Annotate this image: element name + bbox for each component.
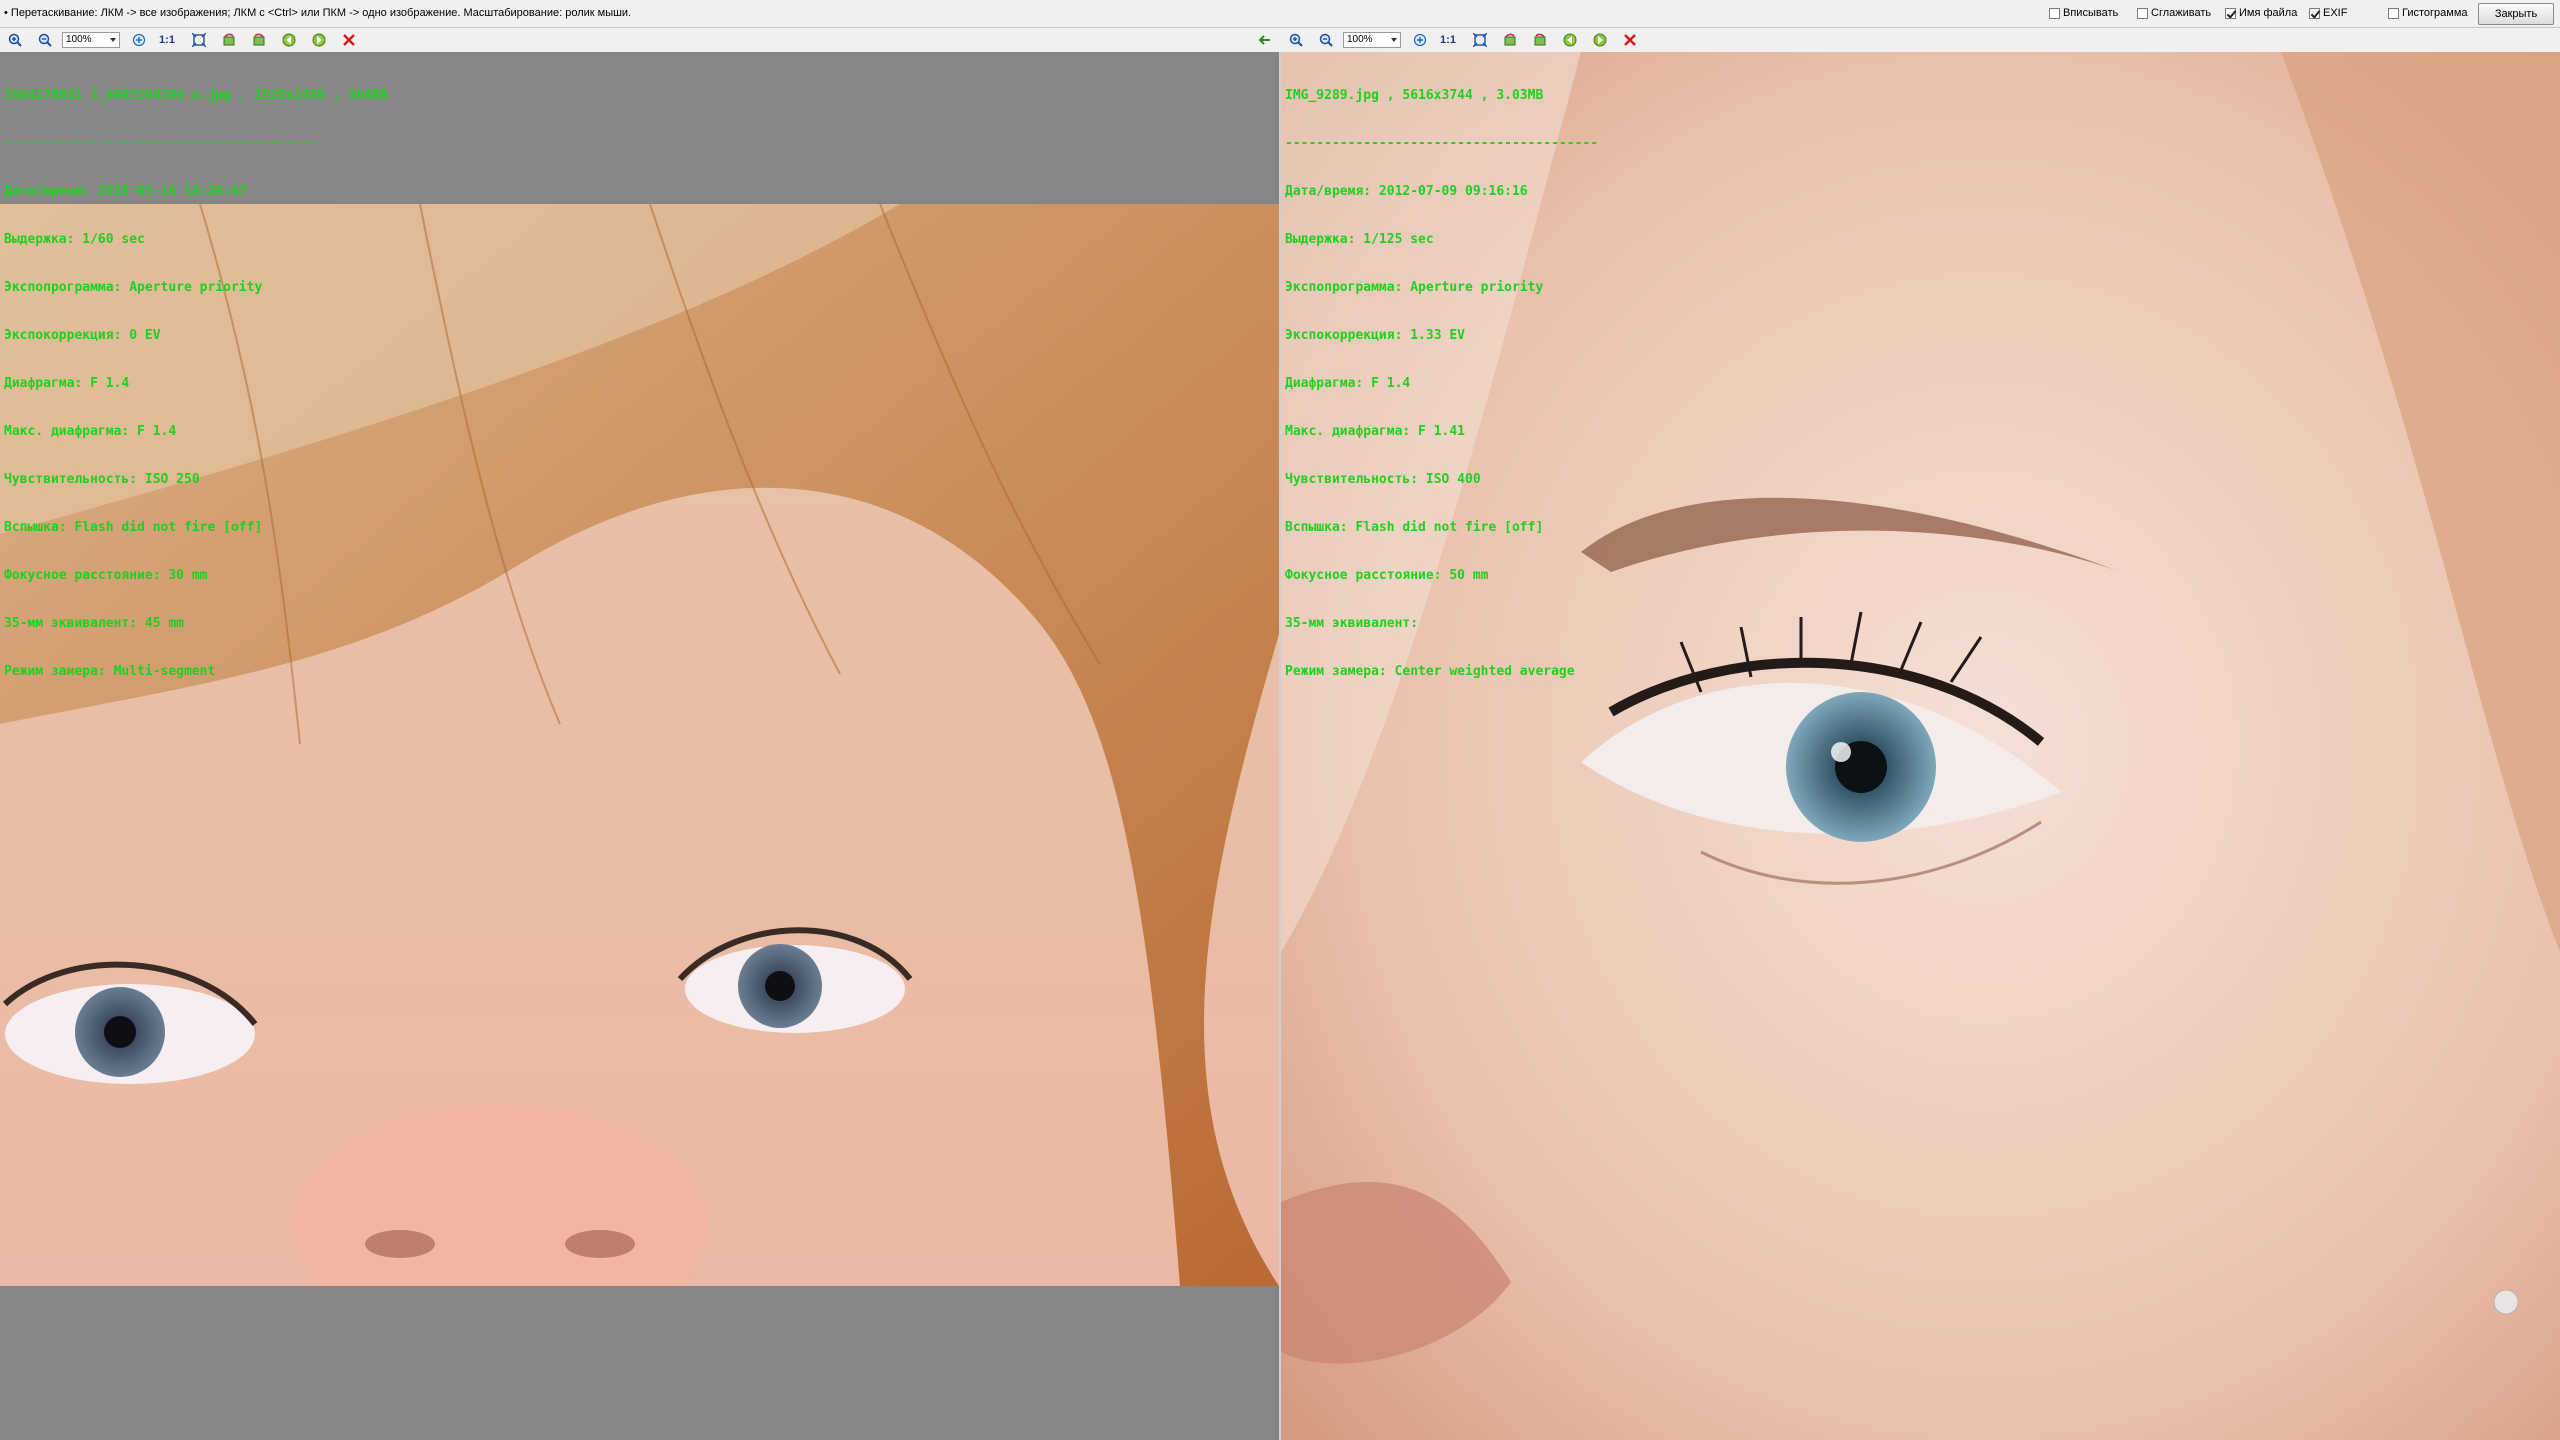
fullscreen-icon[interactable] — [190, 31, 208, 49]
chevron-down-icon — [1391, 38, 1397, 42]
left-toolbar: 100% 1:1 — [0, 28, 1281, 52]
rotate-right-icon[interactable] — [250, 31, 268, 49]
left-separator: ---------------------------------------- — [4, 136, 318, 151]
left-exif-overlay: 2804178031 7_6085104206_o.jpg , 1920x108… — [4, 56, 388, 712]
exif-line: Чувствительность: ISO 400 — [1285, 472, 1481, 487]
smooth-checkbox[interactable] — [2137, 7, 2148, 19]
zoom-out-icon[interactable] — [1317, 31, 1335, 49]
exif-line: 35-мм эквивалент: 45 mm — [4, 616, 185, 631]
option-filename[interactable]: Имя файла — [2225, 7, 2297, 19]
close-image-icon[interactable] — [1621, 31, 1639, 49]
exif-line: Дата/время: 2018-05-16 18:26:47 — [4, 184, 247, 199]
exif-line: Режим замера: Multi-segment — [4, 664, 216, 679]
exif-line: Экспокоррекция: 1.33 EV — [1285, 328, 1466, 343]
right-image-pane[interactable]: IMG_9289.jpg , 5616x3744 , 3.03MB ------… — [1281, 52, 2560, 1440]
right-separator: ---------------------------------------- — [1285, 136, 1599, 151]
close-image-icon[interactable] — [340, 31, 358, 49]
exif-label: EXIF — [2323, 7, 2348, 19]
fit-view-icon[interactable] — [1411, 31, 1429, 49]
exif-line: Макс. диафрагма: F 1.41 — [1285, 424, 1466, 439]
fullscreen-icon[interactable] — [1471, 31, 1489, 49]
exif-line: Вспышка: Flash did not fire [off] — [1285, 520, 1544, 535]
right-exif-overlay: IMG_9289.jpg , 5616x3744 , 3.03MB ------… — [1285, 56, 1598, 712]
zoom-select[interactable]: 100% — [62, 32, 120, 48]
exif-line: Дата/время: 2012-07-09 09:16:16 — [1285, 184, 1528, 199]
exif-checkbox[interactable] — [2309, 7, 2320, 19]
exif-line: Выдержка: 1/125 sec — [1285, 232, 1434, 247]
exif-line: Режим замера: Center weighted average — [1285, 664, 1575, 679]
next-image-icon[interactable] — [310, 31, 328, 49]
hint-bar: • Перетаскивание: ЛКМ -> все изображения… — [0, 0, 2560, 28]
fit-label: Вписывать — [2063, 7, 2119, 19]
next-image-icon[interactable] — [1591, 31, 1609, 49]
option-smooth[interactable]: Сглаживать — [2137, 7, 2211, 19]
zoom-out-icon[interactable] — [36, 31, 54, 49]
rotate-left-icon[interactable] — [220, 31, 238, 49]
actual-size-button[interactable]: 1:1 — [158, 31, 176, 49]
exif-line: Диафрагма: F 1.4 — [4, 376, 130, 391]
zoom-in-icon[interactable] — [1287, 31, 1305, 49]
zoom-in-icon[interactable] — [6, 31, 24, 49]
right-toolbar: 100% 1:1 — [1281, 28, 2560, 52]
histogram-label: Гистограмма — [2402, 7, 2468, 19]
prev-image-icon[interactable] — [1561, 31, 1579, 49]
exif-line: Экспопрограмма: Aperture priority — [4, 280, 263, 295]
exif-line: Вспышка: Flash did not fire [off] — [4, 520, 263, 535]
fit-view-icon[interactable] — [130, 31, 148, 49]
exif-line: Экспокоррекция: 0 EV — [4, 328, 161, 343]
smooth-label: Сглаживать — [2151, 7, 2212, 19]
option-fit[interactable]: Вписывать — [2049, 7, 2118, 19]
exif-line: Фокусное расстояние: 50 mm — [1285, 568, 1489, 583]
option-exif[interactable]: EXIF — [2309, 7, 2347, 19]
exif-line: Экспопрограмма: Aperture priority — [1285, 280, 1544, 295]
exif-line: Выдержка: 1/60 sec — [4, 232, 145, 247]
filename-checkbox[interactable] — [2225, 7, 2236, 19]
sync-arrow-left-icon[interactable] — [1256, 31, 1274, 49]
zoom-value: 100% — [1347, 34, 1373, 45]
close-button[interactable]: Закрыть — [2478, 3, 2554, 25]
exif-line: Фокусное расстояние: 30 mm — [4, 568, 208, 583]
rotate-left-icon[interactable] — [1501, 31, 1519, 49]
exif-line: 35-мм эквивалент: — [1285, 616, 1419, 631]
fit-checkbox[interactable] — [2049, 7, 2060, 19]
left-file-header: 2804178031 7_6085104206_o.jpg , 1920x108… — [4, 88, 388, 103]
prev-image-icon[interactable] — [280, 31, 298, 49]
exif-line: Чувствительность: ISO 250 — [4, 472, 200, 487]
exif-line: Диафрагма: F 1.4 — [1285, 376, 1411, 391]
histogram-checkbox[interactable] — [2388, 7, 2399, 19]
zoom-select[interactable]: 100% — [1343, 32, 1401, 48]
chevron-down-icon — [110, 38, 116, 42]
hint-text: • Перетаскивание: ЛКМ -> все изображения… — [4, 7, 632, 19]
option-histogram[interactable]: Гистограмма — [2388, 7, 2468, 19]
zoom-value: 100% — [66, 34, 92, 45]
exif-line: Макс. диафрагма: F 1.4 — [4, 424, 177, 439]
right-file-header: IMG_9289.jpg , 5616x3744 , 3.03MB — [1285, 88, 1544, 103]
rotate-right-icon[interactable] — [1531, 31, 1549, 49]
actual-size-button[interactable]: 1:1 — [1439, 31, 1457, 49]
filename-label: Имя файла — [2239, 7, 2298, 19]
left-image-pane[interactable]: 2804178031 7_6085104206_o.jpg , 1920x108… — [0, 52, 1281, 1440]
